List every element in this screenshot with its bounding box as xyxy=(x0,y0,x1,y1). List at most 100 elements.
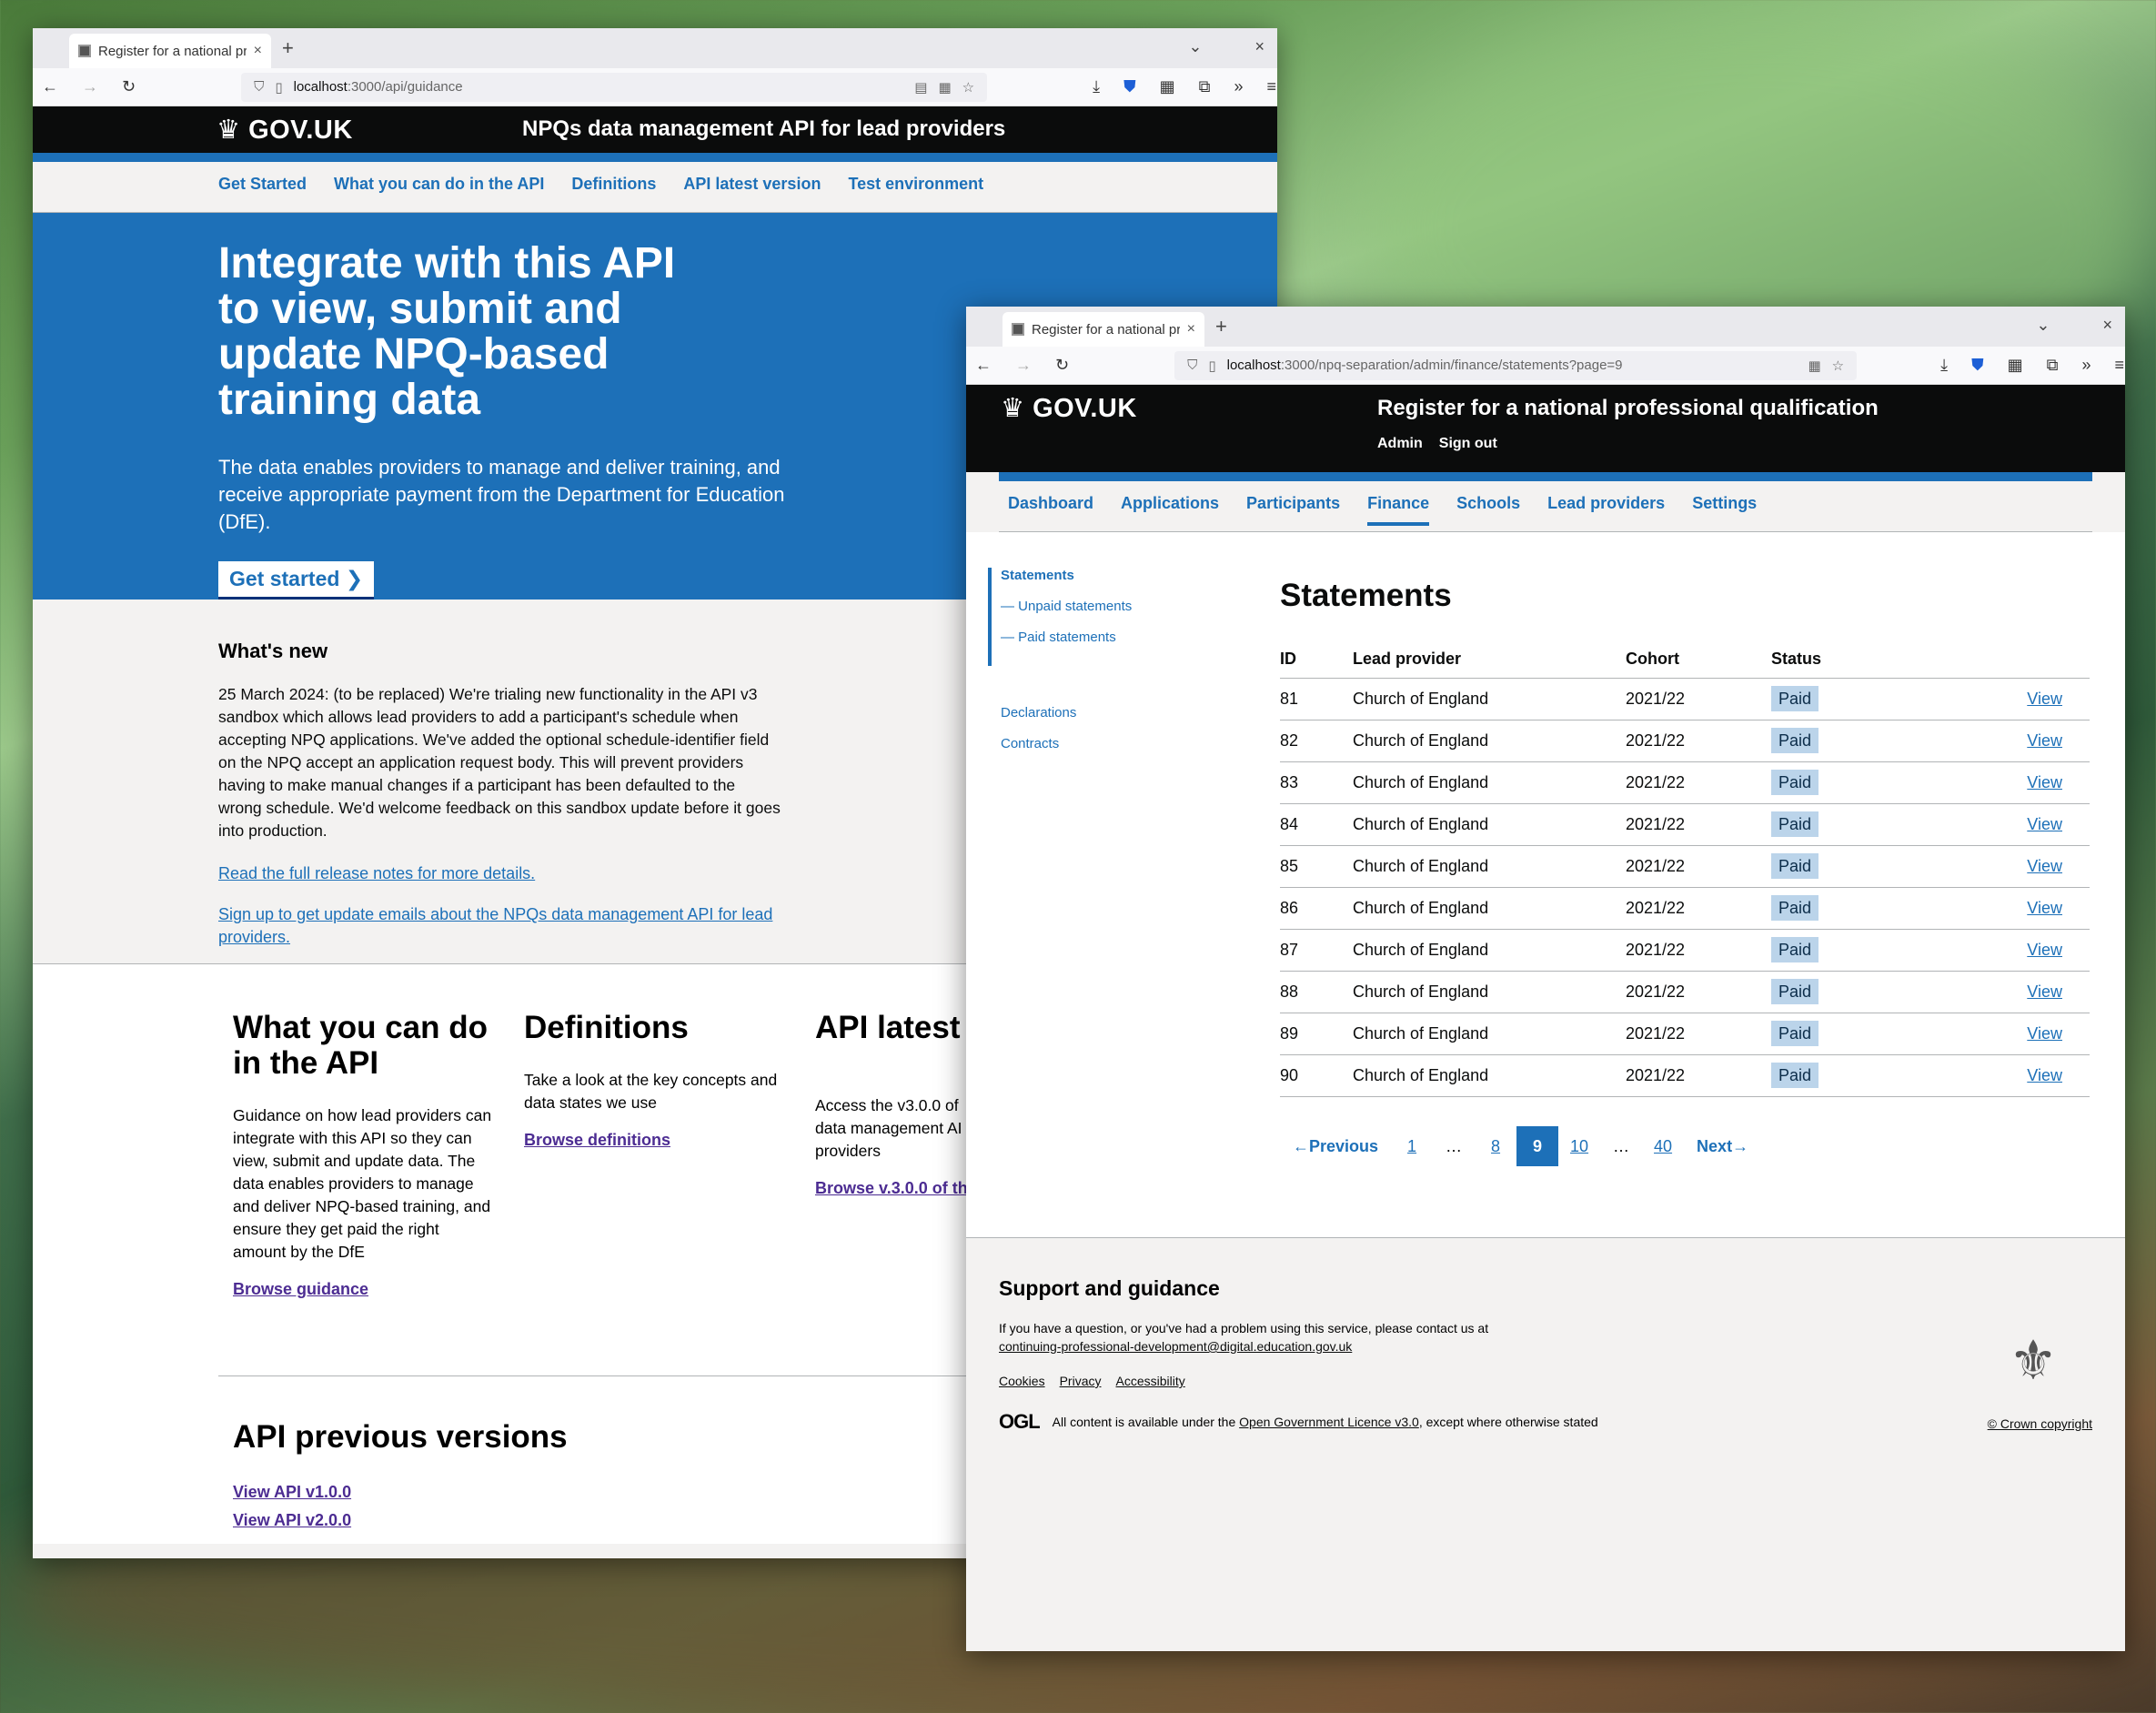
view-link[interactable]: View xyxy=(2027,773,2062,791)
new-tab-icon[interactable]: + xyxy=(1215,315,1227,338)
view-link[interactable]: View xyxy=(2027,1024,2062,1043)
release-notes-link[interactable]: Read the full release notes for more det… xyxy=(218,862,782,885)
cell-text: 89 xyxy=(1280,1023,1299,1043)
forward-icon[interactable]: → xyxy=(1015,356,1032,375)
close-tab-icon[interactable]: × xyxy=(254,43,262,59)
table-cell: View xyxy=(1899,720,2090,762)
back-icon[interactable]: ← xyxy=(975,356,992,375)
service-name[interactable]: NPQs data management API for lead provid… xyxy=(522,116,1005,142)
puzzle-icon[interactable]: ⧉ xyxy=(1199,77,1211,96)
download-icon[interactable]: ⤓ xyxy=(1940,356,1948,375)
view-link[interactable]: View xyxy=(2027,857,2062,875)
cookies-link[interactable]: Cookies xyxy=(999,1374,1045,1388)
nav-item-lead-providers[interactable]: Lead providers xyxy=(1547,494,1665,526)
puzzle-icon[interactable]: ⧉ xyxy=(2047,356,2059,375)
view-link[interactable]: View xyxy=(2027,899,2062,917)
ogl-link[interactable]: Open Government Licence v3.0 xyxy=(1239,1415,1419,1429)
new-tab-icon[interactable]: + xyxy=(282,36,294,60)
previous-page-link[interactable]: ← Previous xyxy=(1280,1126,1391,1166)
table-cell: 89 xyxy=(1280,1013,1353,1055)
chevron-down-icon[interactable]: ⌄ xyxy=(2036,316,2050,335)
forward-icon[interactable]: → xyxy=(82,77,98,96)
view-link[interactable]: View xyxy=(2027,690,2062,708)
view-link[interactable]: View xyxy=(2027,731,2062,750)
whats-new-text: 25 March 2024: (to be replaced) We're tr… xyxy=(218,685,781,840)
nav-item-get-started[interactable]: Get Started xyxy=(218,175,307,194)
next-page-link[interactable]: Next → xyxy=(1684,1126,1761,1166)
view-api-v1-link[interactable]: View API v1.0.0 xyxy=(233,1483,568,1502)
download-icon[interactable]: ⤓ xyxy=(1093,77,1100,96)
cell-text: 81 xyxy=(1280,689,1299,708)
bookmark-star-icon[interactable]: ☆ xyxy=(1832,358,1844,374)
bookmark-star-icon[interactable]: ☆ xyxy=(962,79,974,96)
status-badge: Paid xyxy=(1771,936,1819,962)
sign-out-link[interactable]: Sign out xyxy=(1439,436,1497,452)
extension-shield-icon[interactable]: ⛊ xyxy=(1123,77,1136,96)
side-item-contracts[interactable]: Contracts xyxy=(1001,736,1076,767)
govuk-logo[interactable]: ♛ GOV.UK xyxy=(217,114,353,146)
view-link[interactable]: View xyxy=(2027,982,2062,1001)
page-link[interactable]: 8 xyxy=(1475,1126,1516,1166)
reload-icon[interactable]: ↻ xyxy=(1055,356,1069,375)
close-window-icon[interactable]: × xyxy=(1254,37,1264,56)
govuk-logo[interactable]: ♛ GOV.UK xyxy=(1001,392,1137,424)
address-bar[interactable]: ⛉ ▯ localhost:3000/npq-separation/admin/… xyxy=(1174,350,1858,380)
side-item-unpaid[interactable]: — Unpaid statements xyxy=(1001,599,1132,630)
view-link[interactable]: View xyxy=(2027,941,2062,959)
qr-icon[interactable]: ▦ xyxy=(2008,356,2023,375)
tab-title: Register for a national pr xyxy=(1032,321,1180,338)
view-link[interactable]: View xyxy=(2027,1066,2062,1084)
nav-item-definitions[interactable]: Definitions xyxy=(571,175,656,194)
nav-item-test-environment[interactable]: Test environment xyxy=(848,175,983,194)
view-api-v2-link[interactable]: View API v2.0.0 xyxy=(233,1511,568,1530)
back-icon[interactable]: ← xyxy=(42,77,58,96)
reader-icon[interactable]: ▤ xyxy=(914,79,927,96)
qr-icon[interactable]: ▦ xyxy=(938,79,951,96)
table-cell: Paid xyxy=(1771,1054,1899,1097)
menu-icon[interactable]: ≡ xyxy=(1266,77,1276,96)
page-link[interactable]: 10 xyxy=(1558,1126,1600,1166)
cell-text: 2021/22 xyxy=(1626,1023,1686,1043)
side-item-statements[interactable]: Statements xyxy=(1001,568,1132,599)
contact-email-link[interactable]: continuing-professional-development@digi… xyxy=(999,1339,1352,1354)
browser-tab[interactable]: Register for a national pr × xyxy=(69,34,271,68)
side-item-paid[interactable]: — Paid statements xyxy=(1001,630,1132,660)
accessibility-link[interactable]: Accessibility xyxy=(1116,1374,1185,1388)
nav-item-what-you-can-do-in-the-api[interactable]: What you can do in the API xyxy=(334,175,544,194)
browse-guidance-link[interactable]: Browse guidance xyxy=(233,1280,492,1299)
qr-icon[interactable]: ▦ xyxy=(1160,77,1175,96)
browse-definitions-link[interactable]: Browse definitions xyxy=(524,1131,783,1150)
extension-shield-icon[interactable]: ⛊ xyxy=(1971,356,1984,375)
address-bar[interactable]: ⛉ ▯ localhost:3000/api/guidance ▤ ▦ ☆ xyxy=(241,72,988,102)
chevron-down-icon[interactable]: ⌄ xyxy=(1188,37,1202,56)
crown-copyright-link[interactable]: © Crown copyright xyxy=(1988,1416,2092,1431)
view-link[interactable]: View xyxy=(2027,815,2062,833)
nav-item-settings[interactable]: Settings xyxy=(1692,494,1757,526)
side-item-declarations[interactable]: Declarations xyxy=(1001,705,1076,736)
overflow-icon[interactable]: » xyxy=(2081,356,2091,375)
shield-icon: ⛉ xyxy=(254,79,265,95)
nav-item-applications[interactable]: Applications xyxy=(1121,494,1219,526)
nav-item-finance[interactable]: Finance xyxy=(1367,494,1430,526)
table-cell: Paid xyxy=(1771,887,1899,930)
account-nav: Admin Sign out xyxy=(1377,436,1497,452)
reload-icon[interactable]: ↻ xyxy=(122,77,136,96)
nav-item-dashboard[interactable]: Dashboard xyxy=(1008,494,1093,526)
menu-icon[interactable]: ≡ xyxy=(2114,356,2124,375)
overflow-icon[interactable]: » xyxy=(1234,77,1243,96)
browser-tab[interactable]: Register for a national pr × xyxy=(1002,312,1204,347)
page-link[interactable]: 40 xyxy=(1642,1126,1684,1166)
get-started-button[interactable]: Get started ❯ xyxy=(218,561,375,597)
privacy-link[interactable]: Privacy xyxy=(1060,1374,1102,1388)
page-link[interactable]: 1 xyxy=(1391,1126,1433,1166)
nav-item-participants[interactable]: Participants xyxy=(1246,494,1340,526)
service-name[interactable]: Register for a national professional qua… xyxy=(1377,396,1879,421)
admin-link[interactable]: Admin xyxy=(1377,436,1423,452)
nav-item-api-latest-version[interactable]: API latest version xyxy=(683,175,821,194)
close-tab-icon[interactable]: × xyxy=(1187,321,1195,338)
signup-link[interactable]: Sign up to get update emails about the N… xyxy=(218,903,782,949)
page-link[interactable]: 9 xyxy=(1516,1126,1559,1166)
nav-item-schools[interactable]: Schools xyxy=(1456,494,1520,526)
qr-icon[interactable]: ▦ xyxy=(1808,358,1820,374)
close-window-icon[interactable]: × xyxy=(2102,316,2112,335)
